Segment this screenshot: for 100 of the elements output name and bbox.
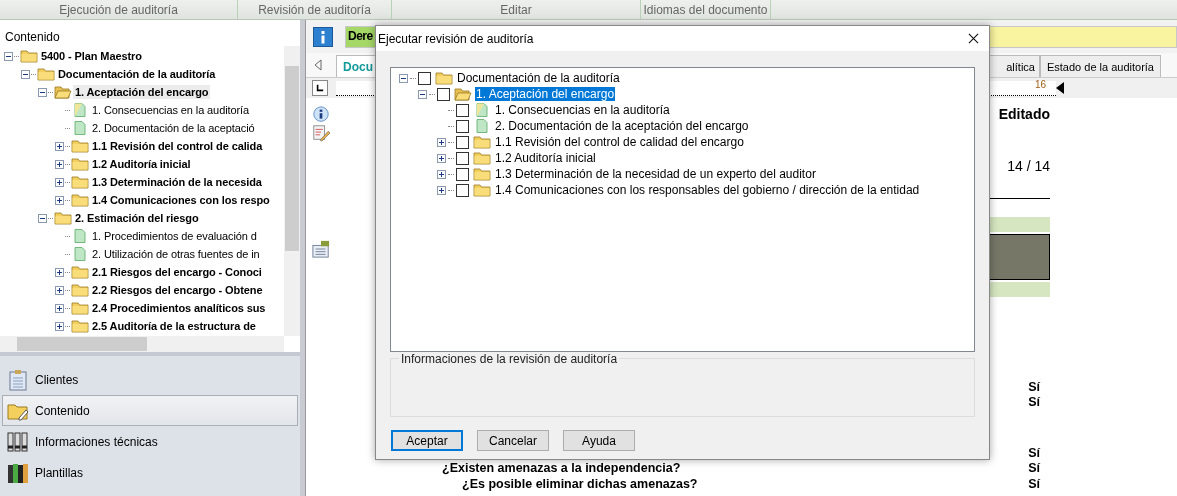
document-icon <box>71 229 89 243</box>
checkbox[interactable] <box>456 183 469 197</box>
folder-icon <box>473 151 491 165</box>
checkbox[interactable] <box>456 103 469 117</box>
tree-item[interactable]: 2. Documentación de la aceptació <box>90 121 257 135</box>
folder-icon <box>71 157 89 171</box>
folder-icon <box>71 193 89 207</box>
tree-item[interactable]: 1. Procedimientos de evaluación d <box>90 229 259 243</box>
tree-item[interactable]: 1. Aceptación del encargo <box>475 87 616 101</box>
open-folder-icon <box>54 85 72 99</box>
folder-icon <box>473 167 491 181</box>
edited-document-icon <box>473 103 491 117</box>
dialog-button[interactable]: Ayuda <box>563 430 635 451</box>
expand-toggle[interactable] <box>437 137 446 147</box>
tree-item[interactable]: 1.2 Auditoría inicial <box>494 151 597 165</box>
tree-item[interactable]: Documentación de la auditoría <box>56 67 218 81</box>
expand-toggle[interactable] <box>55 321 64 331</box>
tree-item[interactable]: 2.5 Auditoría de la estructura de <box>90 319 258 333</box>
tab-stop-button[interactable] <box>312 80 328 96</box>
tree-item[interactable]: 1. Aceptación del encargo <box>73 85 211 99</box>
expand-toggle[interactable] <box>55 285 64 295</box>
close-icon[interactable] <box>968 33 979 44</box>
page-count: 14 / 14 <box>1007 158 1050 174</box>
ribbon-group-label: Revisión de auditoría <box>238 0 392 19</box>
dialog-button[interactable]: Aceptar <box>391 430 463 451</box>
answer-text: Sí <box>1028 379 1040 394</box>
expand-toggle[interactable] <box>55 159 64 169</box>
list-icon[interactable] <box>312 240 330 258</box>
expand-toggle[interactable] <box>55 195 64 205</box>
folder-icon <box>71 139 89 153</box>
ribbon-group-label: Ejecución de auditoría <box>0 0 238 19</box>
tree-item[interactable]: 1.4 Comunicaciones con los responsables del gobierno / dirección de la entidad <box>494 183 921 197</box>
group-label: Informaciones de la revisión de auditoría <box>399 352 620 366</box>
dialog-button[interactable]: Cancelar <box>477 430 549 451</box>
answer-text: Sí <box>1028 445 1040 460</box>
expand-toggle[interactable] <box>55 303 64 313</box>
tree-item[interactable]: 1.1 Revisión del control de calidad del encargo <box>494 135 745 149</box>
tree-item[interactable]: 1. Consecuencias en la auditoría <box>90 103 251 117</box>
answer-text: Sí <box>1028 395 1040 410</box>
panel-title: Contenido <box>0 20 300 46</box>
vertical-scrollbar[interactable] <box>284 46 300 336</box>
expand-toggle[interactable] <box>55 177 64 187</box>
expand-toggle[interactable] <box>55 141 64 151</box>
collapse-toggle[interactable] <box>21 69 30 79</box>
nav-item[interactable]: Clientes <box>2 364 298 395</box>
folder-icon <box>71 265 89 279</box>
collapse-toggle[interactable] <box>38 213 47 223</box>
tree-item[interactable]: 2. Utilización de otras fuentes de in <box>90 247 262 261</box>
expand-toggle[interactable] <box>437 169 446 179</box>
nav-item[interactable]: Contenido <box>2 395 298 426</box>
tree-item[interactable]: 2. Documentación de la aceptación del encargo <box>494 119 750 133</box>
document-icon <box>473 119 491 133</box>
expand-toggle[interactable] <box>437 153 446 163</box>
tree-item[interactable]: 1.2 Auditoría inicial <box>90 157 193 171</box>
info-icon[interactable] <box>312 106 330 124</box>
ribbon-group-label: Editar <box>392 0 641 19</box>
tree-item[interactable]: 2. Estimación del riesgo <box>73 211 201 225</box>
dialog-title: Ejecutar revisión de auditoría <box>378 31 534 46</box>
tree-item[interactable]: 1. Consecuencias en la auditoría <box>494 103 671 117</box>
question-text: ¿Existen amenazas a la independencia? <box>442 461 681 476</box>
checkbox[interactable] <box>418 71 431 85</box>
info-button[interactable] <box>313 26 333 47</box>
tab[interactable]: Estado de la auditoría <box>1039 55 1161 77</box>
status-label: Editado <box>998 106 1050 122</box>
tree-item[interactable]: 2.1 Riesgos del encargo - Conoci <box>90 265 264 279</box>
checkbox[interactable] <box>456 151 469 165</box>
checkbox[interactable] <box>437 87 450 101</box>
books-icon <box>7 461 29 484</box>
tree-item[interactable]: 1.4 Comunicaciones con los respo <box>90 193 272 207</box>
tree-item[interactable]: 1.1 Revisión del control de calida <box>90 139 265 153</box>
collapse-toggle[interactable] <box>418 89 427 99</box>
tree-item[interactable]: 2.4 Procedimientos analíticos sus <box>90 301 268 315</box>
nav-item[interactable]: Plantillas <box>2 457 298 488</box>
checkbox[interactable] <box>456 167 469 181</box>
ribbon-group-label: Idiomas del documento <box>641 0 771 19</box>
document-icon <box>71 121 89 135</box>
collapse-toggle[interactable] <box>38 87 47 97</box>
expand-toggle[interactable] <box>55 267 64 277</box>
expand-toggle[interactable] <box>437 185 446 195</box>
collapse-toggle[interactable] <box>4 51 13 61</box>
tree-item[interactable]: 1.3 Determinación de la necesida <box>90 175 264 189</box>
scroll-left-icon[interactable] <box>314 59 322 71</box>
checkbox[interactable] <box>456 135 469 149</box>
corner-icon <box>316 84 324 92</box>
tree-item[interactable]: 5400 - Plan Maestro <box>39 49 144 63</box>
horizontal-scrollbar[interactable] <box>0 336 284 352</box>
clipboard-icon <box>7 368 29 391</box>
question-text: ¿Es posible eliminar dichas amenazas? <box>462 476 698 491</box>
nav-item[interactable]: Informaciones técnicas <box>2 426 298 457</box>
folder-icon <box>435 71 453 85</box>
collapse-toggle[interactable] <box>399 73 408 83</box>
folder-icon <box>71 283 89 297</box>
checkbox[interactable] <box>456 119 469 133</box>
open-folder-icon <box>454 87 472 101</box>
folder-icon <box>20 49 38 63</box>
document-icon <box>71 247 89 261</box>
tree-item[interactable]: 1.3 Determinación de la necesidad de un experto del auditor <box>494 167 817 181</box>
folder-icon <box>473 135 491 149</box>
folder-icon <box>54 211 72 225</box>
tree-item[interactable]: 2.2 Riesgos del encargo - Obtene <box>90 283 265 297</box>
